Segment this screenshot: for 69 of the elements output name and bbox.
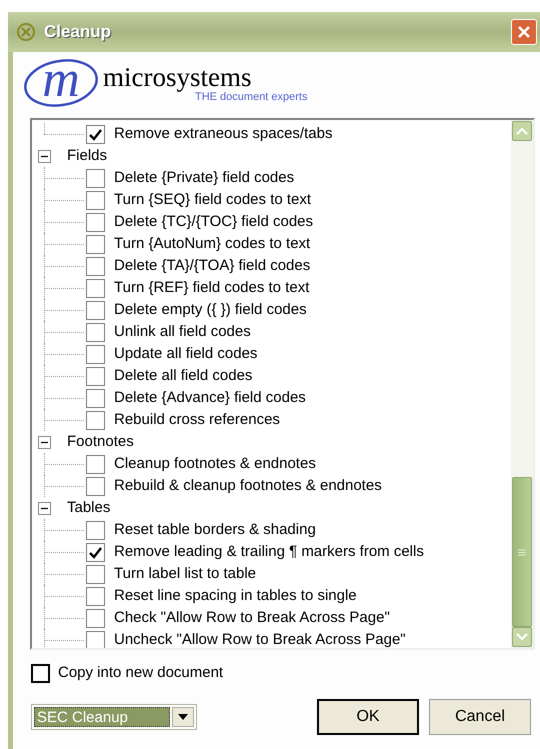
option-label: Turn label list to table — [114, 564, 256, 584]
option-label: Check "Allow Row to Break Across Page" — [114, 608, 390, 628]
checkbox[interactable] — [86, 366, 105, 386]
logo-ellipse-icon — [23, 58, 99, 108]
checkbox[interactable] — [86, 476, 105, 496]
close-button[interactable] — [511, 19, 537, 45]
option-label: Delete empty ({ }) field codes — [114, 300, 307, 320]
checkbox[interactable] — [86, 454, 105, 474]
checkbox[interactable] — [86, 630, 105, 648]
option-label: Delete {TC}/{TOC} field codes — [114, 212, 313, 232]
dialog-button[interactable]: OK — [317, 698, 419, 734]
option-label: Remove leading & trailing ¶ markers from cells — [114, 542, 424, 562]
checkbox[interactable] — [86, 520, 105, 540]
scroll-thumb[interactable] — [512, 477, 532, 627]
chevron-up-icon — [516, 127, 528, 135]
dropdown-arrow-icon — [178, 714, 188, 720]
option-label: Turn {SEQ} field codes to text — [114, 190, 312, 210]
option-label: Delete {TA}/{TOA} field codes — [114, 256, 310, 276]
option-label: Reset table borders & shading — [114, 520, 316, 540]
option-label: Remove extraneous spaces/tabs — [114, 124, 332, 144]
close-icon — [517, 25, 531, 39]
checkbox[interactable] — [86, 124, 105, 144]
collapse-toggle[interactable] — [38, 502, 51, 514]
option-label: Unlink all field codes — [114, 322, 251, 342]
option-label: Reset line spacing in tables to single — [114, 586, 357, 606]
checkbox[interactable] — [86, 168, 105, 188]
grip-icon — [518, 548, 526, 556]
logo-name: microsystems — [103, 64, 252, 91]
option-label: Update all field codes — [114, 344, 258, 364]
option-label: Delete {Advance} field codes — [114, 388, 306, 408]
dropdown-value: SEC Cleanup — [34, 706, 170, 726]
chevron-down-icon — [516, 633, 528, 641]
logo-tagline: THE document experts — [195, 91, 308, 105]
window-title: Cleanup — [44, 21, 112, 44]
copy-option-label: Copy into new document — [58, 663, 224, 683]
option-label: Turn {REF} field codes to text — [114, 278, 310, 298]
app-icon — [16, 22, 38, 42]
option-label: Delete {Private} field codes — [114, 168, 294, 188]
option-label: Rebuild cross references — [114, 410, 280, 430]
checkbox[interactable] — [86, 608, 105, 628]
checkbox[interactable] — [86, 234, 105, 254]
scroll-down-button[interactable] — [512, 627, 532, 647]
checkbox[interactable] — [86, 388, 105, 408]
checkbox[interactable] — [86, 322, 105, 342]
group-label: Tables — [67, 498, 110, 518]
dialog-button[interactable]: Cancel — [429, 698, 531, 734]
option-label: Turn {AutoNum} codes to text — [114, 234, 310, 254]
scrollbar[interactable] — [511, 120, 533, 648]
checkbox[interactable] — [86, 212, 105, 232]
checkbox[interactable] — [31, 664, 50, 683]
scroll-up-button[interactable] — [512, 121, 532, 141]
checkbox[interactable] — [86, 564, 105, 584]
collapse-toggle[interactable] — [38, 436, 51, 448]
checkbox[interactable] — [86, 300, 105, 320]
option-label: Cleanup footnotes & endnotes — [114, 454, 316, 474]
checkbox[interactable] — [86, 586, 105, 606]
option-label: Uncheck "Allow Row to Break Across Page" — [114, 630, 406, 648]
checkbox[interactable] — [86, 542, 105, 562]
collapse-toggle[interactable] — [38, 150, 51, 162]
group-label: Footnotes — [67, 432, 134, 452]
group-label: Fields — [67, 146, 108, 166]
option-label: Delete all field codes — [114, 366, 252, 386]
checkbox[interactable] — [86, 344, 105, 364]
checkbox[interactable] — [86, 410, 105, 430]
checkbox[interactable] — [86, 190, 105, 210]
checkbox[interactable] — [86, 278, 105, 298]
logo-letter: m — [42, 54, 80, 106]
checkbox[interactable] — [86, 256, 105, 276]
option-label: Rebuild & cleanup footnotes & endnotes — [114, 476, 382, 496]
